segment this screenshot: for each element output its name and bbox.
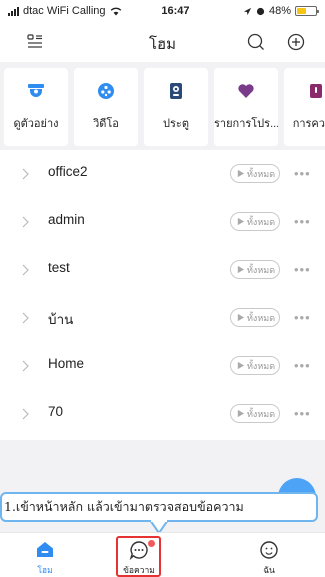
play-icon	[237, 313, 245, 322]
chevron-right-icon	[22, 264, 29, 276]
chevron-right-icon	[22, 408, 29, 420]
doorbell-icon	[170, 83, 182, 99]
messages-tab-highlight	[116, 536, 161, 577]
category-control[interactable]: การควบคุ	[284, 68, 325, 146]
battery-fill	[297, 8, 306, 14]
battery-percent: 48%	[268, 5, 291, 17]
list-item[interactable]: 70 ทั้งหมด •••	[0, 390, 325, 438]
control-icon	[310, 84, 322, 98]
play-all-label: ทั้งหมด	[247, 169, 276, 180]
signal-icon	[8, 6, 19, 16]
list-item[interactable]: บ้าน ทั้งหมด •••	[0, 294, 325, 342]
tab-label: โฮม	[37, 566, 53, 576]
add-icon[interactable]	[286, 32, 306, 52]
play-all-label: ทั้งหมด	[247, 361, 276, 372]
home-icon	[37, 542, 53, 557]
group-name: office2	[48, 164, 88, 179]
camera-icon	[28, 84, 44, 97]
group-name: admin	[48, 212, 85, 227]
chevron-right-icon	[22, 168, 29, 180]
status-bar: dtac WiFi Calling 16:47 48%	[0, 0, 325, 22]
group-name: 70	[48, 404, 64, 419]
tab-profile[interactable]: ฉัน	[224, 533, 314, 577]
tab-label: ฉัน	[263, 566, 275, 576]
list-item[interactable]: admin ทั้งหมด •••	[0, 198, 325, 246]
top-bar: โฮม	[0, 22, 325, 62]
play-all-button[interactable]: ทั้งหมด	[230, 212, 280, 231]
play-icon	[237, 169, 245, 178]
heart-icon	[238, 84, 254, 98]
category-label: วิดีโอ	[93, 118, 119, 130]
category-label: รายการโปร...	[214, 118, 278, 130]
more-icon[interactable]: •••	[294, 358, 311, 373]
play-all-button[interactable]: ทั้งหมด	[230, 164, 280, 183]
group-list: office2 ทั้งหมด ••• admin ทั้งหมด ••• te…	[0, 150, 325, 440]
profile-icon	[260, 541, 278, 559]
annotation-callout: 1.เข้าหน้าหลัก แล้วเข้ามาตรวจสอบข้อความ	[0, 492, 318, 522]
group-name: Home	[48, 356, 85, 371]
chevron-right-icon	[22, 312, 29, 324]
play-all-label: ทั้งหมด	[247, 217, 276, 228]
tab-bar: โฮม ข้อความ ฉัน	[0, 532, 325, 577]
play-all-button[interactable]: ทั้งหมด	[230, 404, 280, 423]
play-all-button[interactable]: ทั้งหมด	[230, 308, 280, 327]
category-label: การควบคุ	[292, 118, 325, 130]
play-icon	[237, 361, 245, 370]
play-all-label: ทั้งหมด	[247, 409, 276, 420]
battery-icon	[295, 6, 319, 16]
more-icon[interactable]: •••	[294, 262, 311, 277]
category-label: ประตู	[163, 118, 189, 130]
tab-home[interactable]: โฮม	[0, 533, 90, 577]
alarm-icon	[256, 7, 265, 15]
more-icon[interactable]: •••	[294, 406, 311, 421]
list-item[interactable]: test ทั้งหมด •••	[0, 246, 325, 294]
chevron-right-icon	[22, 216, 29, 228]
location-icon	[243, 7, 252, 15]
more-icon[interactable]: •••	[294, 214, 311, 229]
category-label: ดูตัวอย่าง	[13, 118, 59, 130]
group-name: test	[48, 260, 70, 275]
category-preview[interactable]: ดูตัวอย่าง	[4, 68, 68, 146]
category-bar: ดูตัวอย่าง วิดีโอ ประตู รายการโปร... การ…	[0, 62, 325, 150]
list-item[interactable]: Home ทั้งหมด •••	[0, 342, 325, 390]
video-icon	[98, 83, 114, 99]
play-icon	[237, 265, 245, 274]
search-icon[interactable]	[246, 32, 266, 52]
chevron-right-icon	[22, 360, 29, 372]
page-title: โฮม	[148, 36, 177, 53]
group-name: บ้าน	[48, 312, 74, 327]
play-all-label: ทั้งหมด	[247, 265, 276, 276]
play-all-button[interactable]: ทั้งหมด	[230, 356, 280, 375]
category-favorites[interactable]: รายการโปร...	[214, 68, 278, 146]
list-item[interactable]: office2 ทั้งหมด •••	[0, 150, 325, 198]
more-icon[interactable]: •••	[294, 310, 311, 325]
play-all-label: ทั้งหมด	[247, 313, 276, 324]
play-icon	[237, 409, 245, 418]
play-all-button[interactable]: ทั้งหมด	[230, 260, 280, 279]
status-time: 16:47	[161, 5, 190, 17]
play-icon	[237, 217, 245, 226]
menu-grid-icon[interactable]	[26, 33, 44, 51]
category-video[interactable]: วิดีโอ	[74, 68, 138, 146]
more-icon[interactable]: •••	[294, 166, 311, 181]
carrier-label: dtac WiFi Calling	[23, 5, 106, 17]
category-door[interactable]: ประตู	[144, 68, 208, 146]
